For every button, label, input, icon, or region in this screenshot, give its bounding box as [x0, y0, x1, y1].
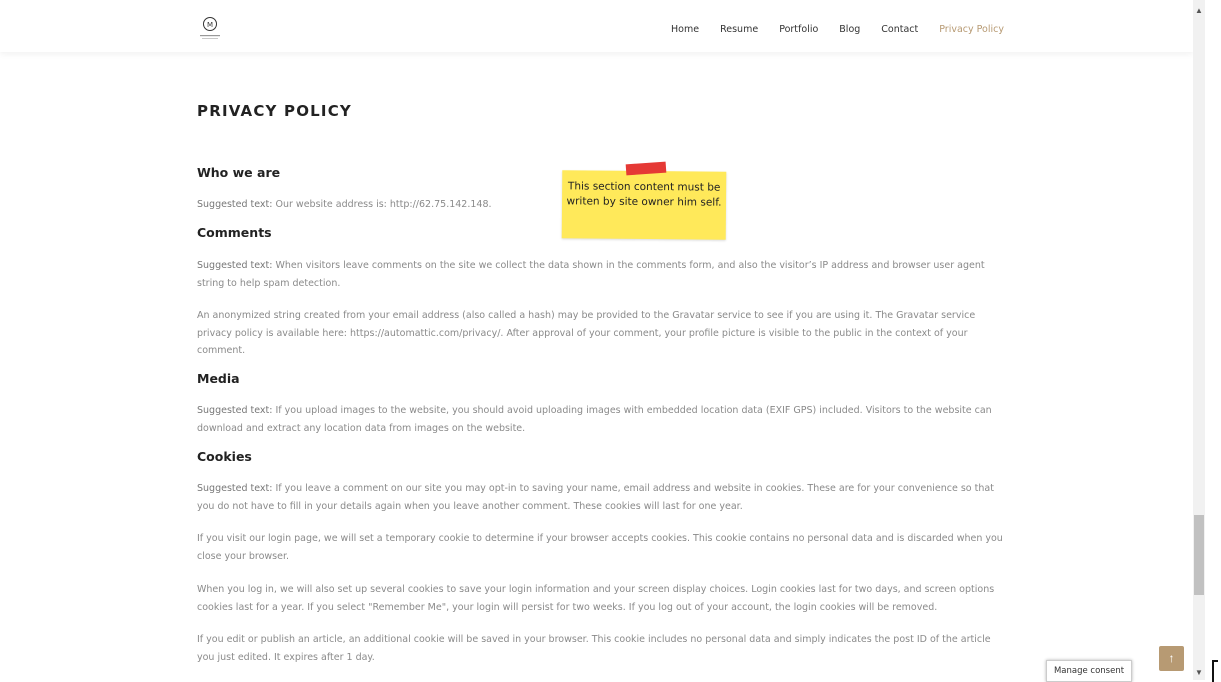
nav-privacy-policy[interactable]: Privacy Policy: [939, 24, 1004, 35]
nav-resume[interactable]: Resume: [720, 24, 758, 35]
heading-comments: Comments: [197, 225, 272, 240]
paragraph: If you edit or publish an article, an ad…: [197, 634, 991, 663]
scrollbar-thumb[interactable]: [1194, 515, 1204, 595]
scrollbar[interactable]: ▲ ▼: [1193, 0, 1205, 680]
nav-blog[interactable]: Blog: [839, 24, 860, 35]
suggested-text-label: Suggested text:: [197, 260, 273, 271]
heading-cookies: Cookies: [197, 449, 252, 464]
suggested-text-label: Suggested text:: [197, 405, 273, 416]
suggested-text-label: Suggested text:: [197, 483, 273, 494]
heading-who-we-are: Who we are: [197, 165, 281, 180]
paragraph: Suggested text: If you leave a comment o…: [197, 480, 1003, 515]
paragraph-text: When visitors leave comments on the site…: [197, 260, 985, 289]
suggested-text-label: Suggested text:: [197, 199, 273, 210]
paragraph: Suggested text: If you upload images to …: [197, 402, 1003, 437]
paragraph: Suggested text: When visitors leave comm…: [197, 257, 1003, 292]
page-title: PRIVACY POLICY: [197, 102, 352, 120]
paragraph: If you visit our login page, we will set…: [197, 533, 1003, 562]
site-logo[interactable]: M: [196, 14, 224, 42]
arrow-up-icon: ↑: [1168, 651, 1175, 665]
paragraph: An anonymized string created from your e…: [197, 310, 976, 356]
heading-media: Media: [197, 371, 240, 386]
manage-consent-button[interactable]: Manage consent: [1046, 660, 1132, 682]
site-header: M Home Resume Portfolio Blog Contact Pri…: [0, 0, 1193, 52]
paragraph-text: If you upload images to the website, you…: [197, 405, 992, 434]
sticky-note-text: This section content must be writen by s…: [566, 180, 722, 209]
paragraph: When you log in, we will also set up sev…: [197, 584, 995, 613]
scroll-down-icon[interactable]: ▼: [1193, 666, 1205, 680]
svg-text:M: M: [207, 21, 213, 29]
paragraph-text: Our website address is: http://62.75.142…: [272, 199, 492, 210]
scroll-up-icon[interactable]: ▲: [1193, 4, 1205, 18]
nav-portfolio[interactable]: Portfolio: [779, 24, 818, 35]
nav-contact[interactable]: Contact: [881, 24, 918, 35]
paragraph-text: If you leave a comment on our site you m…: [197, 483, 994, 512]
sticky-note: This section content must be writen by s…: [561, 170, 727, 240]
back-to-top-button[interactable]: ↑: [1159, 646, 1184, 671]
nav-home[interactable]: Home: [671, 24, 699, 35]
main-nav: Home Resume Portfolio Blog Contact Priva…: [650, 24, 1004, 35]
corner-bracket: [1212, 660, 1218, 682]
